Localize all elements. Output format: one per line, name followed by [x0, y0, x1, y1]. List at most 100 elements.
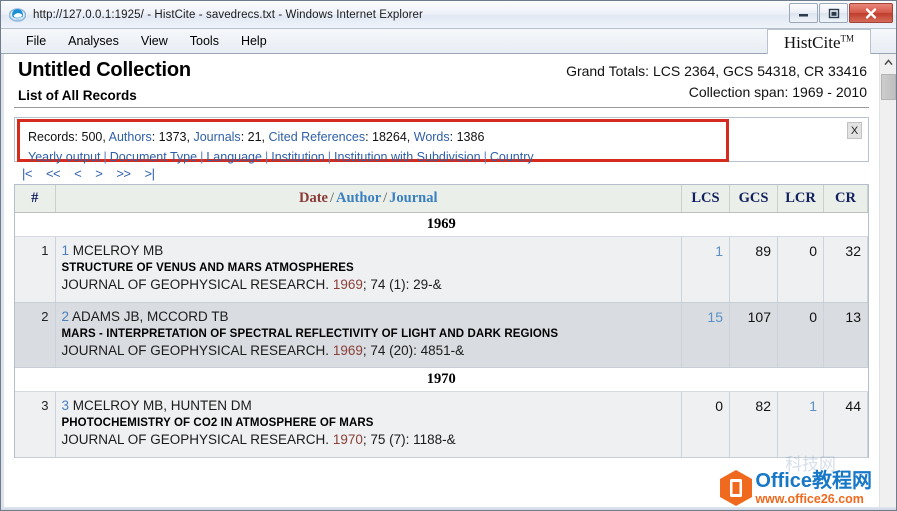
column-header-cr[interactable]: CR	[823, 185, 868, 213]
window-title: http://127.0.0.1:1925/ - HistCite - save…	[33, 8, 423, 21]
column-header-author[interactable]: Author	[336, 190, 381, 206]
record-citation: ; 75 (7): 1188-&	[362, 432, 456, 448]
record-authors-line: 3 MCELROY MB, HUNTEN DM	[62, 398, 676, 415]
histcite-brand-tab: HistCiteTM	[766, 29, 871, 55]
menu-item-file[interactable]: File	[15, 32, 57, 50]
stat-words-link[interactable]: Words	[414, 130, 450, 144]
restore-button[interactable]	[819, 3, 848, 23]
link-institution[interactable]: Institution	[271, 150, 325, 164]
internet-explorer-icon	[8, 6, 27, 23]
record-citation: ; 74 (20): 4851-&	[362, 342, 465, 358]
record-authors: ADAMS JB, MCCORD TB	[72, 308, 229, 324]
link-separator: |	[327, 150, 331, 164]
stats-row: Records: 500, Authors: 1373, Journals: 2…	[28, 127, 718, 147]
info-panel-wrapper: Records: 500, Authors: 1373, Journals: 2…	[14, 117, 869, 164]
record-title: PHOTOCHEMISTRY OF CO2 IN ATMOSPHERE OF M…	[61, 417, 374, 430]
page-content: Untitled Collection List of All Records …	[4, 54, 879, 510]
grand-totals: Grand Totals: LCS 2364, GCS 54318, CR 33…	[566, 63, 867, 79]
stat-cited-references-link[interactable]: Cited References	[269, 130, 366, 144]
link-institution-with-subdivision[interactable]: Institution with Subdivision	[334, 150, 481, 164]
link-separator: |	[264, 150, 269, 164]
record-authors: MCELROY MB, HUNTEN DM	[72, 398, 252, 414]
page-viewport: Untitled Collection List of All Records …	[1, 54, 896, 510]
menu-item-help[interactable]: Help	[230, 32, 278, 50]
record-gcs: 89	[729, 236, 778, 303]
record-lcr: 0	[777, 236, 824, 303]
record-lcs[interactable]: 1	[681, 236, 730, 303]
row-index: 2	[15, 302, 56, 369]
record-lcs[interactable]: 15	[681, 302, 730, 369]
record-journal: JOURNAL OF GEOPHYSICAL RESEARCH.	[61, 276, 330, 292]
record-year: 1969	[332, 342, 363, 358]
column-header-lcr[interactable]: LCR	[777, 185, 824, 213]
stat-journals-value: : 21,	[240, 130, 266, 144]
pager-prev-page[interactable]: <<	[39, 166, 67, 181]
record-id-link[interactable]: 3	[62, 398, 70, 413]
pager-first[interactable]: |<	[22, 166, 39, 181]
title-bar: http://127.0.0.1:1925/ - HistCite - save…	[1, 1, 896, 29]
pager-next-page[interactable]: >>	[109, 166, 137, 181]
menu-item-analyses[interactable]: Analyses	[57, 32, 130, 50]
column-header-journal[interactable]: Journal	[389, 190, 437, 206]
table-header-row: # Date / Author / Journal LCS GCS LCR CR	[15, 185, 868, 213]
menu-bar: File Analyses View Tools Help HistCiteTM	[1, 29, 896, 55]
close-button[interactable]	[849, 3, 893, 23]
menu-item-tools[interactable]: Tools	[179, 32, 230, 50]
record-gcs: 107	[729, 302, 778, 369]
column-header-gcs[interactable]: GCS	[729, 185, 778, 213]
collection-heading-group: Untitled Collection List of All Records	[18, 59, 191, 103]
year-group-row: 1970	[15, 367, 868, 393]
link-separator: |	[483, 150, 487, 164]
header-slash: /	[329, 190, 335, 206]
records-table-body: 1969 1 1 MCELROY MB STRUCTURE OF VENUS A…	[15, 212, 868, 459]
link-separator: |	[200, 150, 204, 164]
record-source-line: JOURNAL OF GEOPHYSICAL RESEARCH. 1969; 7…	[62, 343, 676, 360]
column-header-lcs[interactable]: LCS	[681, 185, 730, 213]
record-cr: 44	[823, 391, 868, 459]
record-cell: 2 ADAMS JB, MCCORD TB MARS - INTERPRETAT…	[55, 302, 682, 369]
record-id-link[interactable]: 2	[62, 309, 70, 324]
row-index: 1	[15, 236, 56, 303]
window-controls	[789, 3, 893, 23]
pager-last[interactable]: >|	[138, 166, 162, 181]
table-row[interactable]: 2 2 ADAMS JB, MCCORD TB MARS - INTERPRET…	[15, 302, 868, 369]
table-row[interactable]: 1 1 MCELROY MB STRUCTURE OF VENUS AND MA…	[15, 236, 868, 303]
record-cell: 3 MCELROY MB, HUNTEN DM PHOTOCHEMISTRY O…	[55, 391, 682, 459]
record-cr: 13	[823, 302, 868, 369]
minimize-button[interactable]	[789, 3, 818, 23]
year-label: 1970	[15, 367, 868, 393]
record-lcr[interactable]: 1	[777, 391, 824, 459]
pager-next[interactable]: >	[88, 166, 109, 181]
menu-item-view[interactable]: View	[130, 32, 179, 50]
stat-authors-link[interactable]: Authors	[109, 130, 152, 144]
column-header-date[interactable]: Date	[299, 190, 328, 206]
record-id-link[interactable]: 1	[62, 243, 70, 258]
vertical-scrollbar[interactable]	[879, 54, 896, 510]
scroll-up-icon[interactable]	[880, 54, 896, 71]
histcite-brand-text: HistCite	[783, 32, 841, 52]
year-label: 1969	[15, 212, 868, 237]
collection-span: Collection span: 1969 - 2010	[688, 84, 867, 100]
record-source-line: JOURNAL OF GEOPHYSICAL RESEARCH. 1969; 7…	[62, 277, 676, 294]
scrollbar-thumb[interactable]	[881, 74, 896, 100]
link-document-type[interactable]: Document Type	[110, 150, 197, 164]
year-group-row: 1969	[15, 212, 868, 237]
link-separator: |	[103, 150, 107, 164]
record-gcs: 82	[729, 391, 778, 459]
record-lcs: 0	[681, 391, 730, 459]
stat-authors-value: : 1373,	[151, 130, 190, 144]
pager-prev[interactable]: <	[67, 166, 88, 181]
collection-header: Untitled Collection List of All Records …	[14, 54, 869, 108]
page-subtitle: List of All Records	[18, 87, 137, 103]
record-journal: JOURNAL OF GEOPHYSICAL RESEARCH.	[61, 342, 330, 358]
record-title: STRUCTURE OF VENUS AND MARS ATMOSPHERES	[61, 261, 354, 274]
record-journal: JOURNAL OF GEOPHYSICAL RESEARCH.	[61, 432, 330, 448]
link-country[interactable]: Country	[490, 150, 534, 164]
link-language[interactable]: Language	[206, 150, 262, 164]
stat-journals-link[interactable]: Journals	[193, 130, 240, 144]
record-citation: ; 74 (1): 29-&	[362, 276, 442, 292]
close-icon[interactable]: X	[847, 122, 862, 139]
column-header-number[interactable]: #	[15, 185, 56, 213]
table-row[interactable]: 3 3 MCELROY MB, HUNTEN DM PHOTOCHEMISTRY…	[15, 391, 868, 459]
link-yearly-output[interactable]: Yearly output	[28, 150, 101, 164]
